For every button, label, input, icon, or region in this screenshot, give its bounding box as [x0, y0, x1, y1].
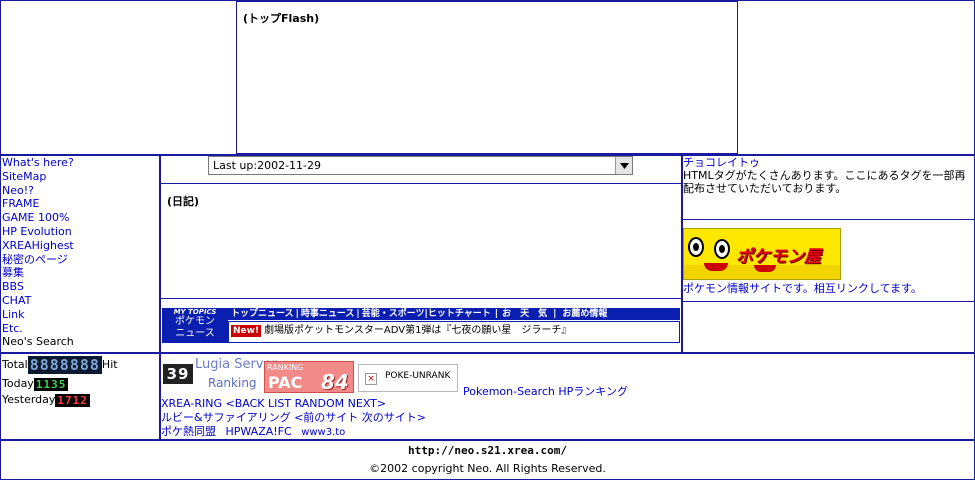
nav-item-neos-search[interactable]: Neo's Search	[2, 335, 158, 349]
nav-item-whats-here[interactable]: What's here?	[2, 156, 158, 170]
right-link-title[interactable]: チョコレイトゥ	[683, 156, 973, 169]
ruby-sapphire-ring[interactable]: ルビー&サファイアリング <前のサイト 次のサイト>	[161, 411, 681, 425]
poke-netsu-link[interactable]: ポケ熱同盟	[161, 425, 216, 438]
news-tab-weather[interactable]: お 天 気	[502, 309, 547, 319]
www3-link[interactable]: www3.to	[301, 427, 345, 438]
sidebar-nav: What's here? SiteMap Neo!? FRAME GAME 10…	[2, 156, 158, 349]
diary-label: (日記)	[167, 195, 200, 208]
footer-copyright: ©2002 copyright Neo. All Rights Reserved…	[369, 462, 606, 475]
banner-text: ポケモン屋	[736, 247, 821, 267]
news-badge-line2: ニュース	[175, 328, 215, 339]
news-tab-bar: トップニュース | 時事ニュース | 芸能・スポーツ|ヒットチャート | お 天 気 | お薦め…	[228, 308, 680, 320]
total-counter: 8888888	[27, 356, 102, 374]
ring-row-3: ポケ熱同盟 HPWAZA!FC www3.to	[161, 425, 681, 440]
news-badge-top: MY TOPICS	[173, 308, 217, 316]
lugia-number: 39	[163, 364, 193, 384]
yesterday-row: Yesterday 1712	[2, 392, 158, 408]
ring-links: XREA-RING <BACK LIST RANDOM NEXT> ルビー&サフ…	[161, 397, 681, 440]
yesterday-label: Yesterday	[2, 393, 56, 406]
today-label: Today	[2, 377, 34, 390]
right-link-desc: HTMLタグがたくさんあります。ここにあるタグを一部再配布させていただいておりま…	[683, 169, 966, 195]
nav-item-secret[interactable]: 秘密のページ	[2, 253, 158, 267]
xrea-ring[interactable]: XREA-RING <BACK LIST RANDOM NEXT>	[161, 397, 681, 411]
total-suffix: Hit	[101, 358, 118, 371]
eye-icon	[688, 237, 704, 257]
update-select-value: Last up:2002-11-29	[213, 159, 321, 172]
nav-item-frame[interactable]: FRAME	[2, 197, 158, 211]
lugia-line2: Ranking	[208, 376, 257, 390]
right-divider-1	[683, 219, 974, 220]
news-widget: MY TOPICS ポケモン ニュース トップニュース | 時事ニュース | 芸能・スポ…	[162, 308, 680, 343]
today-counter: 1135	[33, 377, 69, 391]
news-badge-line1: ポケモン	[175, 316, 215, 327]
news-headline[interactable]: 劇場版ポケットモンスターADV第1弾は『七夜の願い星 ジラーチ』	[264, 325, 571, 336]
top-flash-area: (トップFlash)	[236, 1, 738, 154]
news-tab-entertainment[interactable]: 芸能・スポーツ	[362, 309, 425, 319]
center-divider	[160, 183, 682, 184]
total-label: Total	[2, 358, 28, 371]
yesterday-counter: 1712	[55, 393, 90, 407]
eye-icon	[714, 239, 730, 259]
pac-number: 84	[321, 370, 349, 393]
poke-unrank-banner[interactable]: × POKE-UNRANK	[358, 364, 458, 392]
news-tab-current[interactable]: 時事ニュース	[301, 309, 355, 319]
top-flash-label: (トップFlash)	[243, 12, 320, 25]
pokemonya-banner[interactable]: ポケモン屋	[683, 228, 841, 280]
nav-item-sitemap[interactable]: SiteMap	[2, 170, 158, 184]
counter-block: Total 8888888 Hit Today 1135 Yesterday 1712	[2, 354, 158, 408]
footer-url[interactable]: http://neo.s21.xrea.com/	[0, 444, 975, 457]
total-row: Total 8888888 Hit	[2, 354, 158, 376]
today-row: Today 1135	[2, 376, 158, 392]
nav-item-hp-evolution[interactable]: HP Evolution	[2, 225, 158, 239]
nav-item-chat[interactable]: CHAT	[2, 294, 158, 308]
news-tab-top[interactable]: トップニュース	[231, 309, 294, 319]
lugia-banner[interactable]: 39 Lugia Server Ranking	[162, 357, 277, 393]
nav-item-link[interactable]: Link	[2, 308, 158, 322]
poke-unrank-text: POKE-UNRANK	[385, 371, 451, 381]
news-headline-row[interactable]: New! 劇場版ポケットモンスターADV第1弾は『七夜の願い星 ジラーチ』	[228, 321, 680, 343]
mouth-icon	[754, 265, 776, 272]
nav-item-etc[interactable]: Etc.	[2, 322, 158, 336]
chevron-down-icon[interactable]	[615, 157, 632, 174]
right-link-box: チョコレイトゥ HTMLタグがたくさんあります。ここにあるタグを一部再配布させて…	[683, 156, 973, 195]
new-badge: New!	[231, 325, 262, 337]
broken-image-icon: ×	[365, 373, 377, 385]
pac-ranking-banner[interactable]: RANKING PAC 84	[264, 361, 354, 393]
pokemonya-caption[interactable]: ポケモン情報サイトです。相互リンクしてます。	[683, 282, 973, 295]
nav-item-recruit[interactable]: 募集	[2, 266, 158, 280]
nav-item-neo[interactable]: Neo!?	[2, 184, 158, 198]
footer-divider	[0, 439, 975, 441]
diary-divider	[160, 298, 682, 299]
update-select[interactable]: Last up:2002-11-29	[208, 156, 633, 175]
pac-top: RANKING	[267, 363, 304, 372]
news-tab-hitchart[interactable]: ヒットチャート	[428, 309, 491, 319]
news-badge[interactable]: MY TOPICS ポケモン ニュース	[162, 308, 228, 343]
news-tab-recommend[interactable]: お薦め情報	[562, 309, 607, 319]
nav-item-bbs[interactable]: BBS	[2, 280, 158, 294]
hpwaza-link[interactable]: HPWAZA!FC	[226, 425, 292, 438]
nav-item-game[interactable]: GAME 100%	[2, 211, 158, 225]
right-divider-2	[683, 301, 974, 302]
nav-item-xreahighest[interactable]: XREAHighest	[2, 239, 158, 253]
pac-text: PAC	[268, 373, 303, 392]
